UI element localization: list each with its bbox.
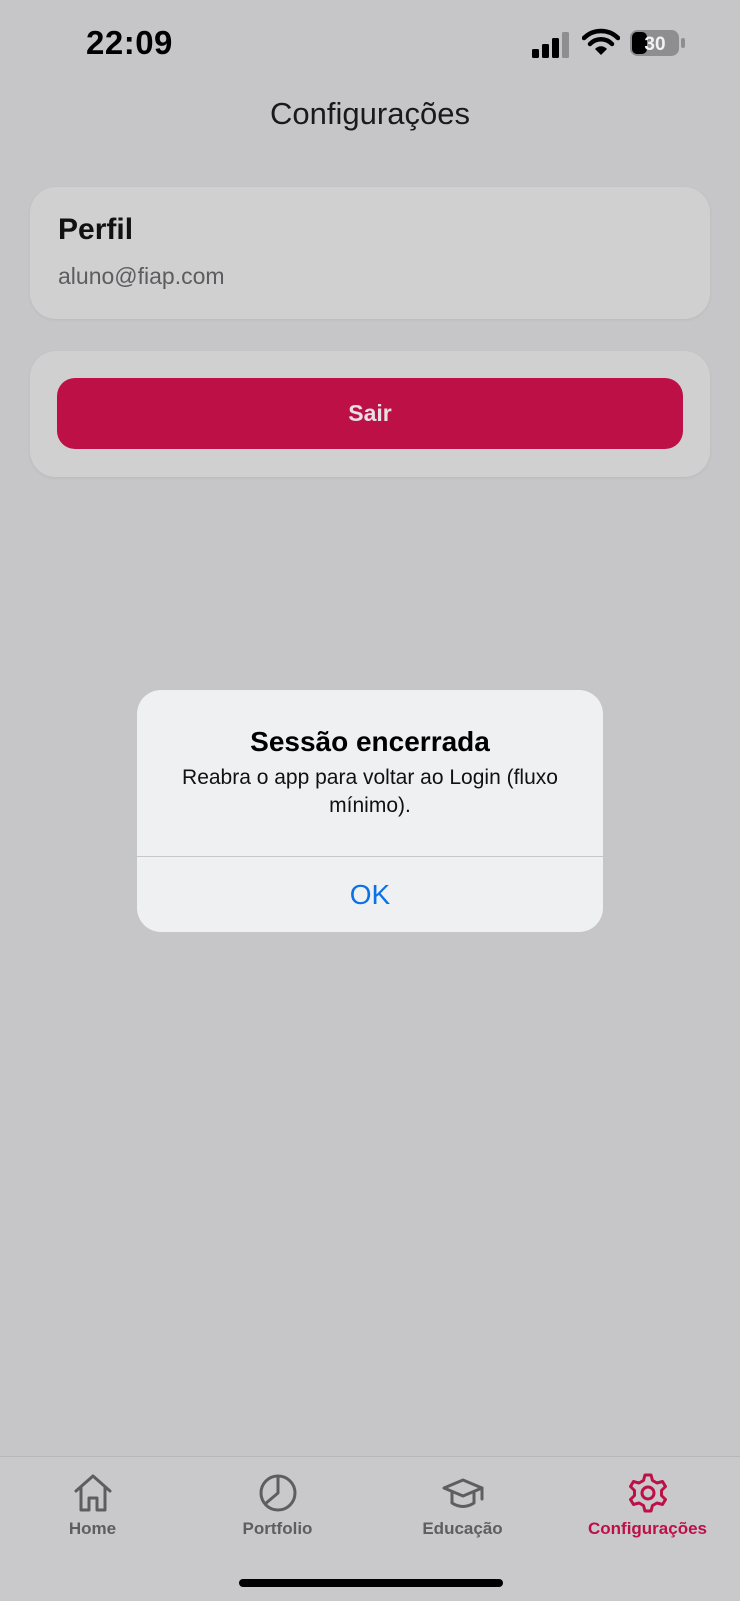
tab-portfolio[interactable]: Portfolio [185, 1471, 370, 1539]
alert-ok-button[interactable]: OK [137, 857, 603, 932]
logout-button[interactable]: Sair [57, 378, 683, 449]
tab-home[interactable]: Home [0, 1471, 185, 1539]
home-icon [74, 1474, 111, 1512]
tab-label-home: Home [68, 1519, 117, 1538]
tab-label-portfolio: Portfolio [242, 1519, 313, 1538]
profile-title: Perfil [58, 213, 134, 246]
signal-icon [532, 32, 569, 58]
status-time: 22:09 [86, 24, 173, 61]
profile-email: aluno@fiap.com [58, 263, 225, 289]
tab-label-configuracoes: Configurações [587, 1519, 708, 1538]
battery-level: 30 [644, 34, 665, 55]
profile-card: Perfil aluno@fiap.com [30, 187, 710, 319]
gear-icon [628, 1473, 667, 1513]
battery-icon: 30 [630, 30, 686, 56]
graduation-cap-icon [442, 1478, 483, 1508]
logout-card: Sair [30, 351, 710, 477]
page-title: Configurações [270, 96, 470, 131]
home-indicator [239, 1579, 503, 1587]
session-ended-alert: Sessão encerrada Reabra o app para volta… [137, 690, 603, 932]
tab-label-educacao: Educação [422, 1519, 503, 1538]
tab-configuracoes[interactable]: Configurações [555, 1471, 740, 1539]
alert-title: Sessão encerrada [250, 726, 490, 757]
wifi-icon [582, 28, 620, 55]
status-bar: 22:09 30 [0, 0, 740, 90]
pie-chart-icon [259, 1474, 296, 1512]
tab-educacao[interactable]: Educação [370, 1471, 555, 1539]
alert-message: Reabra o app para voltar ao Login (fluxo… [182, 766, 558, 817]
tab-bar: Home Portfolio Educação Configurações [0, 1456, 740, 1601]
